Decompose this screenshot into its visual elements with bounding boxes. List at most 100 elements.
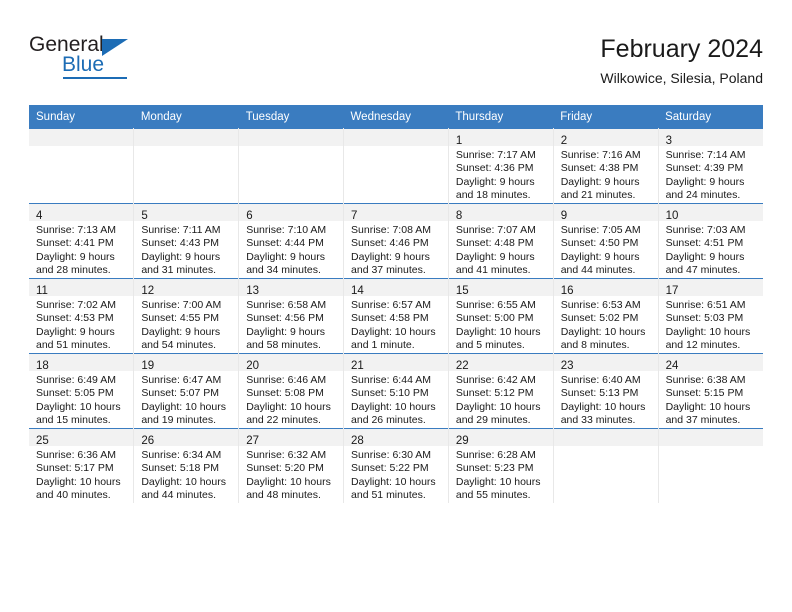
day-details: Sunrise: 7:10 AM Sunset: 4:44 PM Daylight:… [239,221,343,278]
day-detail-line: Daylight: 10 hours [246,475,331,488]
calendar-week-row: 1 Sunrise: 7:17 AM Sunset: 4:36 PM Daylight… [29,128,763,204]
day-number: 4 [36,210,43,222]
calendar-day-cell[interactable]: 23 Sunrise: 6:40 AM Sunset: 5:13 PM Dayligh… [553,353,659,429]
calendar-day-cell[interactable]: 25 Sunrise: 6:36 AM Sunset: 5:17 PM Dayligh… [29,428,135,503]
day-detail-line: Daylight: 10 hours [455,325,541,338]
calendar-day-cell[interactable]: 19 Sunrise: 6:47 AM Sunset: 5:07 PM Dayligh… [133,353,240,429]
day-detail-line: Sunset: 5:13 PM [560,387,639,400]
day-number-band: 4 [29,204,134,222]
calendar-page: General Blue February 2024 Wilkowice, Si… [0,0,792,612]
day-number: 16 [560,285,574,297]
calendar-day-cell[interactable]: 7 Sunrise: 7:08 AM Sunset: 4:46 PM Daylight… [343,203,449,279]
calendar-day-cell[interactable]: 4 Sunrise: 7:13 AM Sunset: 4:41 PM Daylight… [29,203,135,279]
day-detail-line: Sunrise: 6:51 AM [665,299,746,311]
calendar-day-cell[interactable]: 21 Sunrise: 6:44 AM Sunset: 5:10 PM Dayligh… [343,353,449,429]
calendar-day-cell[interactable]: 22 Sunrise: 6:42 AM Sunset: 5:12 PM Dayligh… [448,353,554,429]
logo-text-blue: Blue [62,53,105,76]
day-number-band: 29 [448,429,553,447]
calendar-cell-empty [343,128,449,204]
calendar-cell-empty [658,428,763,503]
calendar-day-cell[interactable]: 15 Sunrise: 6:55 AM Sunset: 5:00 PM Dayligh… [448,278,554,354]
day-number: 21 [351,360,364,372]
day-detail-line: Daylight: 10 hours [351,325,436,338]
calendar-day-cell[interactable]: 20 Sunrise: 6:46 AM Sunset: 5:08 PM Dayligh… [238,353,345,429]
day-detail-line: and 8 minutes. [560,339,630,352]
day-number: 19 [141,360,155,372]
day-details: Sunrise: 6:44 AM Sunset: 5:10 PM Daylight:… [344,371,448,428]
calendar-day-cell[interactable]: 18 Sunrise: 6:49 AM Sunset: 5:05 PM Dayligh… [29,353,135,429]
day-number-band: 10 [658,204,763,222]
day-detail-line: Sunrise: 7:08 AM [351,224,431,236]
day-detail-line: Daylight: 10 hours [36,400,121,413]
weekday-header-sunday: Sunday [29,105,134,129]
calendar-day-cell[interactable]: 8 Sunrise: 7:07 AM Sunset: 4:48 PM Daylight… [448,203,554,279]
day-detail-line: Daylight: 10 hours [560,400,646,413]
day-detail-line: Daylight: 9 hours [665,250,745,263]
day-detail-line: and 33 minutes. [560,414,636,427]
calendar-day-cell[interactable]: 28 Sunrise: 6:30 AM Sunset: 5:22 PM Dayligh… [343,428,449,503]
day-number-band: 14 [344,279,448,297]
calendar-day-cell[interactable]: 10 Sunrise: 7:03 AM Sunset: 4:51 PM Dayligh… [658,203,763,279]
day-details [29,146,133,149]
calendar-cell-empty [29,128,135,204]
day-detail-line: and 41 minutes. [455,264,531,277]
weekday-header-tuesday: Tuesday [238,105,344,129]
day-number-band: 27 [239,429,344,447]
calendar-body: 1 Sunrise: 7:17 AM Sunset: 4:36 PM Daylight… [29,128,763,503]
day-details: Sunrise: 6:53 AM Sunset: 5:02 PM Daylight:… [554,296,658,353]
day-detail-line: Daylight: 9 hours [141,250,221,263]
day-details: Sunrise: 7:03 AM Sunset: 4:51 PM Daylight:… [659,221,763,278]
day-detail-line: and 37 minutes. [665,414,741,427]
calendar-day-cell[interactable]: 24 Sunrise: 6:38 AM Sunset: 5:15 PM Dayligh… [658,353,763,429]
calendar-day-cell[interactable]: 13 Sunrise: 6:58 AM Sunset: 4:56 PM Dayligh… [238,278,345,354]
day-number-band: 15 [448,279,553,297]
calendar-day-cell[interactable]: 27 Sunrise: 6:32 AM Sunset: 5:20 PM Dayligh… [238,428,345,503]
day-detail-line: Sunset: 5:22 PM [351,462,429,475]
day-detail-line: and 1 minute. [351,339,415,352]
calendar-day-cell[interactable]: 2 Sunrise: 7:16 AM Sunset: 4:38 PM Daylight… [553,128,659,204]
day-number-band: 19 [134,354,239,372]
day-detail-line: Sunset: 4:48 PM [455,237,534,250]
title-block: February 2024 Wilkowice, Silesia, Poland [600,34,763,87]
day-number-band [29,129,134,146]
calendar-day-cell[interactable]: 6 Sunrise: 7:10 AM Sunset: 4:44 PM Daylight… [238,203,345,279]
day-number: 10 [665,210,679,222]
day-number-band [344,129,448,146]
calendar-day-cell[interactable]: 14 Sunrise: 6:57 AM Sunset: 4:58 PM Dayligh… [343,278,449,354]
day-details [344,146,448,149]
day-number-band: 18 [29,354,134,372]
calendar-day-cell[interactable]: 11 Sunrise: 7:02 AM Sunset: 4:53 PM Dayligh… [29,278,135,354]
day-detail-line: and 40 minutes. [36,489,111,502]
day-details: Sunrise: 6:32 AM Sunset: 5:20 PM Daylight:… [239,446,343,503]
calendar-day-cell[interactable]: 9 Sunrise: 7:05 AM Sunset: 4:50 PM Daylight… [553,203,659,279]
calendar-day-cell[interactable]: 12 Sunrise: 7:00 AM Sunset: 4:55 PM Dayligh… [133,278,240,354]
weekday-header-row: Sunday Monday Tuesday Wednesday Thursday… [29,105,763,129]
calendar-day-cell[interactable]: 29 Sunrise: 6:28 AM Sunset: 5:23 PM Dayligh… [448,428,554,503]
day-number: 1 [455,135,463,147]
day-detail-line: and 18 minutes. [455,189,531,202]
calendar-week-row: 18 Sunrise: 6:49 AM Sunset: 5:05 PM Dayligh… [29,353,763,429]
calendar-day-cell[interactable]: 26 Sunrise: 6:34 AM Sunset: 5:18 PM Dayligh… [133,428,240,503]
day-detail-line: Sunrise: 7:13 AM [36,224,116,236]
day-details [239,146,343,149]
day-number: 11 [36,285,48,297]
day-number-band: 9 [553,204,658,222]
calendar-day-cell[interactable]: 17 Sunrise: 6:51 AM Sunset: 5:03 PM Dayligh… [658,278,763,354]
day-details: Sunrise: 6:42 AM Sunset: 5:12 PM Daylight:… [449,371,553,428]
day-detail-line: Daylight: 10 hours [351,475,436,488]
day-details: Sunrise: 7:16 AM Sunset: 4:38 PM Daylight:… [554,146,658,203]
day-details: Sunrise: 6:58 AM Sunset: 4:56 PM Daylight:… [239,296,343,353]
day-details: Sunrise: 6:34 AM Sunset: 5:18 PM Daylight:… [134,446,238,503]
day-detail-line: Sunrise: 7:14 AM [665,149,746,161]
calendar-day-cell[interactable]: 1 Sunrise: 7:17 AM Sunset: 4:36 PM Daylight… [448,128,554,204]
day-number: 22 [455,360,469,372]
day-detail-line: Sunset: 5:20 PM [246,462,324,475]
day-number-band: 24 [658,354,763,372]
day-number: 28 [351,435,364,447]
calendar-day-cell[interactable]: 16 Sunrise: 6:53 AM Sunset: 5:02 PM Dayligh… [553,278,659,354]
calendar-day-cell[interactable]: 5 Sunrise: 7:11 AM Sunset: 4:43 PM Daylight… [133,203,240,279]
day-number: 12 [141,285,155,297]
day-detail-line: and 51 minutes. [351,489,426,502]
calendar-day-cell[interactable]: 3 Sunrise: 7:14 AM Sunset: 4:39 PM Daylight… [658,128,763,204]
weekday-header-thursday: Thursday [448,105,554,129]
